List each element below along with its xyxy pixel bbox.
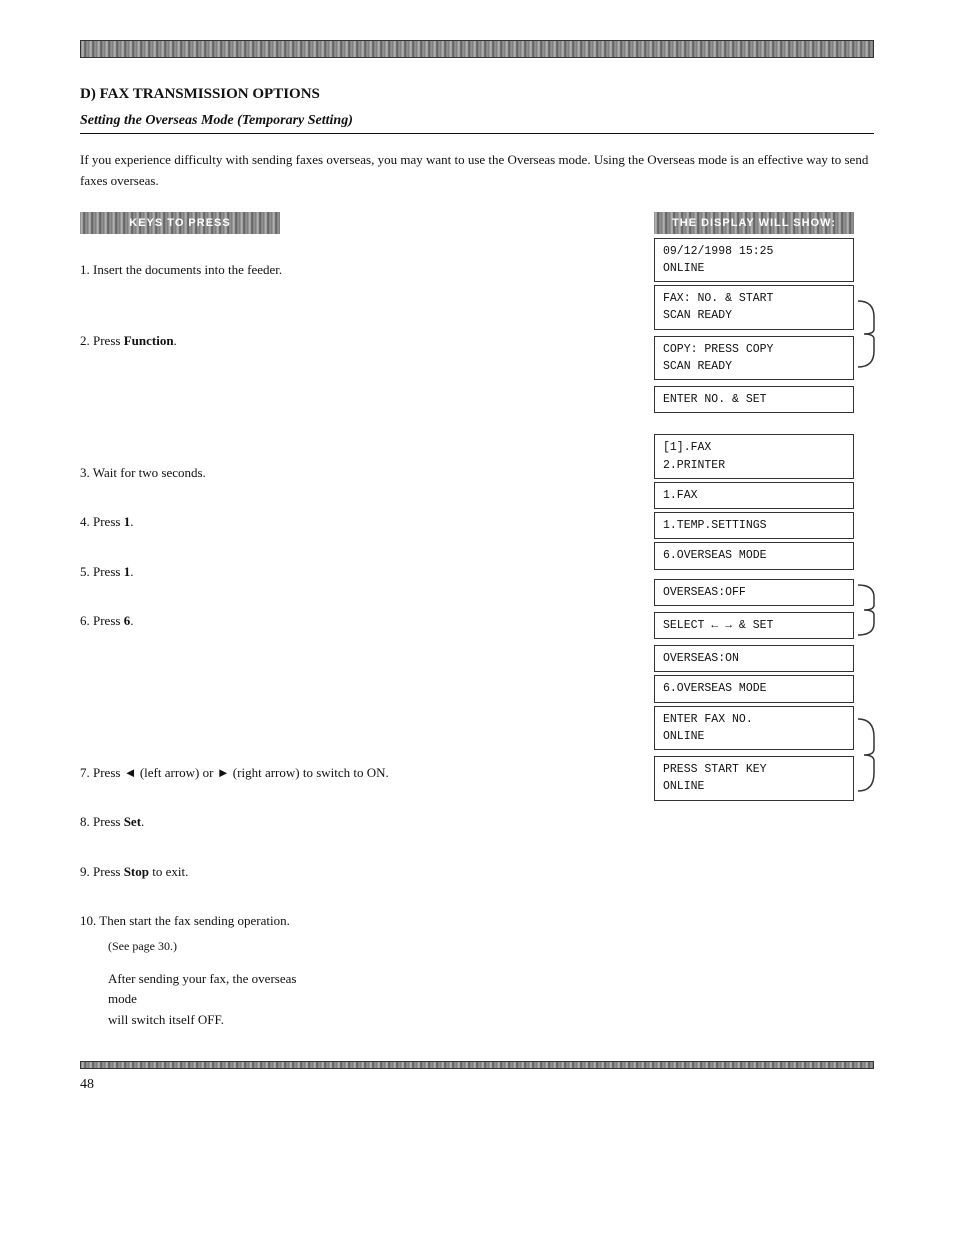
step-5: 5. Press 1. xyxy=(80,556,624,588)
section-title: D) FAX TRANSMISSION OPTIONS xyxy=(80,86,874,103)
bottom-decorative-bar xyxy=(80,1061,874,1069)
steps-column: KEYS TO PRESS 1. Insert the documents in… xyxy=(80,212,624,1031)
step-10: 10. Then start the fax sending operation… xyxy=(80,905,624,937)
top-decorative-bar xyxy=(80,40,874,58)
brace-overseas xyxy=(856,579,876,643)
step-6-text: Press xyxy=(93,613,124,628)
step-10-num: 10. xyxy=(80,913,96,928)
after-text-line1: After sending your fax, the overseas mod… xyxy=(108,969,328,1011)
grouped-overseas: OVERSEAS:OFF SELECT ← → & SET xyxy=(654,579,876,643)
step-2-after: . xyxy=(174,333,177,348)
display-enter-no: ENTER NO. & SET xyxy=(654,386,854,413)
step-4: 4. Press 1. xyxy=(80,506,624,538)
display-select-set: SELECT ← → & SET xyxy=(654,612,854,639)
step-6: 6. Press 6. xyxy=(80,605,624,637)
display-copy-scan: COPY: PRESS COPY SCAN READY xyxy=(654,336,854,381)
step-2-bold: Function xyxy=(124,333,174,348)
keys-header: KEYS TO PRESS xyxy=(80,212,280,234)
page-number: 48 xyxy=(80,1077,874,1093)
grouped-fax-copy: FAX: NO. & START SCAN READY COPY: PRESS … xyxy=(654,285,876,383)
step-2-text: Press xyxy=(93,333,124,348)
step-1-text: Insert the documents into the feeder. xyxy=(93,262,282,277)
step-2-num: 2. xyxy=(80,333,90,348)
step-8-after: . xyxy=(141,814,144,829)
brace-fax-copy xyxy=(856,285,876,383)
step-9: 9. Press Stop to exit. xyxy=(80,856,624,888)
after-text: After sending your fax, the overseas mod… xyxy=(108,969,328,1031)
step-7-text: Press ◄ (left arrow) or ► (right arrow) … xyxy=(93,765,389,780)
after-text-line2: will switch itself OFF. xyxy=(108,1010,328,1031)
subtitle: Setting the Overseas Mode (Temporary Set… xyxy=(80,113,874,134)
step-4-text: Press xyxy=(93,514,124,529)
step-1-num: 1. xyxy=(80,262,90,277)
step-7: 7. Press ◄ (left arrow) or ► (right arro… xyxy=(80,757,624,789)
display-overseas-on: OVERSEAS:ON xyxy=(654,645,854,672)
page: D) FAX TRANSMISSION OPTIONS Setting the … xyxy=(0,0,954,1235)
step-9-bold: Stop xyxy=(124,864,149,879)
step-8-num: 8. xyxy=(80,814,90,829)
step-9-text: Press xyxy=(93,864,124,879)
step-9-num: 9. xyxy=(80,864,90,879)
step-8-text: Press xyxy=(93,814,124,829)
step-5-text: Press xyxy=(93,564,124,579)
display-date-online: 09/12/1998 15:25 ONLINE xyxy=(654,238,854,283)
step-5-after: . xyxy=(130,564,133,579)
grouped-boxes-inner: FAX: NO. & START SCAN READY COPY: PRESS … xyxy=(654,285,854,383)
step-8-bold: Set xyxy=(124,814,141,829)
display-temp-settings: 1.TEMP.SETTINGS xyxy=(654,512,854,539)
display-overseas-mode1: 6.OVERSEAS MODE xyxy=(654,542,854,569)
display-column: THE DISPLAY WILL SHOW: 09/12/1998 15:25 … xyxy=(654,212,874,807)
step-5-num: 5. xyxy=(80,564,90,579)
display-fax-scan: FAX: NO. & START SCAN READY xyxy=(654,285,854,330)
step-3: 3. Wait for two seconds. xyxy=(80,457,624,489)
step-3-text: Wait for two seconds. xyxy=(93,465,206,480)
step-6-after: . xyxy=(130,613,133,628)
grouped-enter-fax: ENTER FAX NO. ONLINE PRESS START KEY ONL… xyxy=(654,706,876,804)
display-overseas-mode2: 6.OVERSEAS MODE xyxy=(654,675,854,702)
display-1fax: 1.FAX xyxy=(654,482,854,509)
step-7-num: 7. xyxy=(80,765,90,780)
display-press-start: PRESS START KEY ONLINE xyxy=(654,756,854,801)
step-10-text: Then start the fax sending operation. xyxy=(99,913,290,928)
step-4-num: 4. xyxy=(80,514,90,529)
intro-text: If you experience difficulty with sendin… xyxy=(80,150,874,192)
step-8: 8. Press Set. xyxy=(80,806,624,838)
display-fax-printer: [1].FAX 2.PRINTER xyxy=(654,434,854,479)
grouped-overseas-inner: OVERSEAS:OFF SELECT ← → & SET xyxy=(654,579,854,643)
display-overseas-off: OVERSEAS:OFF xyxy=(654,579,854,606)
step-6-num: 6. xyxy=(80,613,90,628)
step-2: 2. Press Function. xyxy=(80,325,624,357)
step-3-num: 3. xyxy=(80,465,90,480)
grouped-enter-fax-inner: ENTER FAX NO. ONLINE PRESS START KEY ONL… xyxy=(654,706,854,804)
step-9-after: to exit. xyxy=(149,864,188,879)
display-header: THE DISPLAY WILL SHOW: xyxy=(654,212,854,234)
step-4-after: . xyxy=(130,514,133,529)
step-1: 1. Insert the documents into the feeder. xyxy=(80,254,624,286)
step-10-note: (See page 30.) xyxy=(108,937,624,955)
display-enter-fax: ENTER FAX NO. ONLINE xyxy=(654,706,854,751)
brace-enter-fax xyxy=(856,706,876,804)
content-table: KEYS TO PRESS 1. Insert the documents in… xyxy=(80,212,874,1031)
